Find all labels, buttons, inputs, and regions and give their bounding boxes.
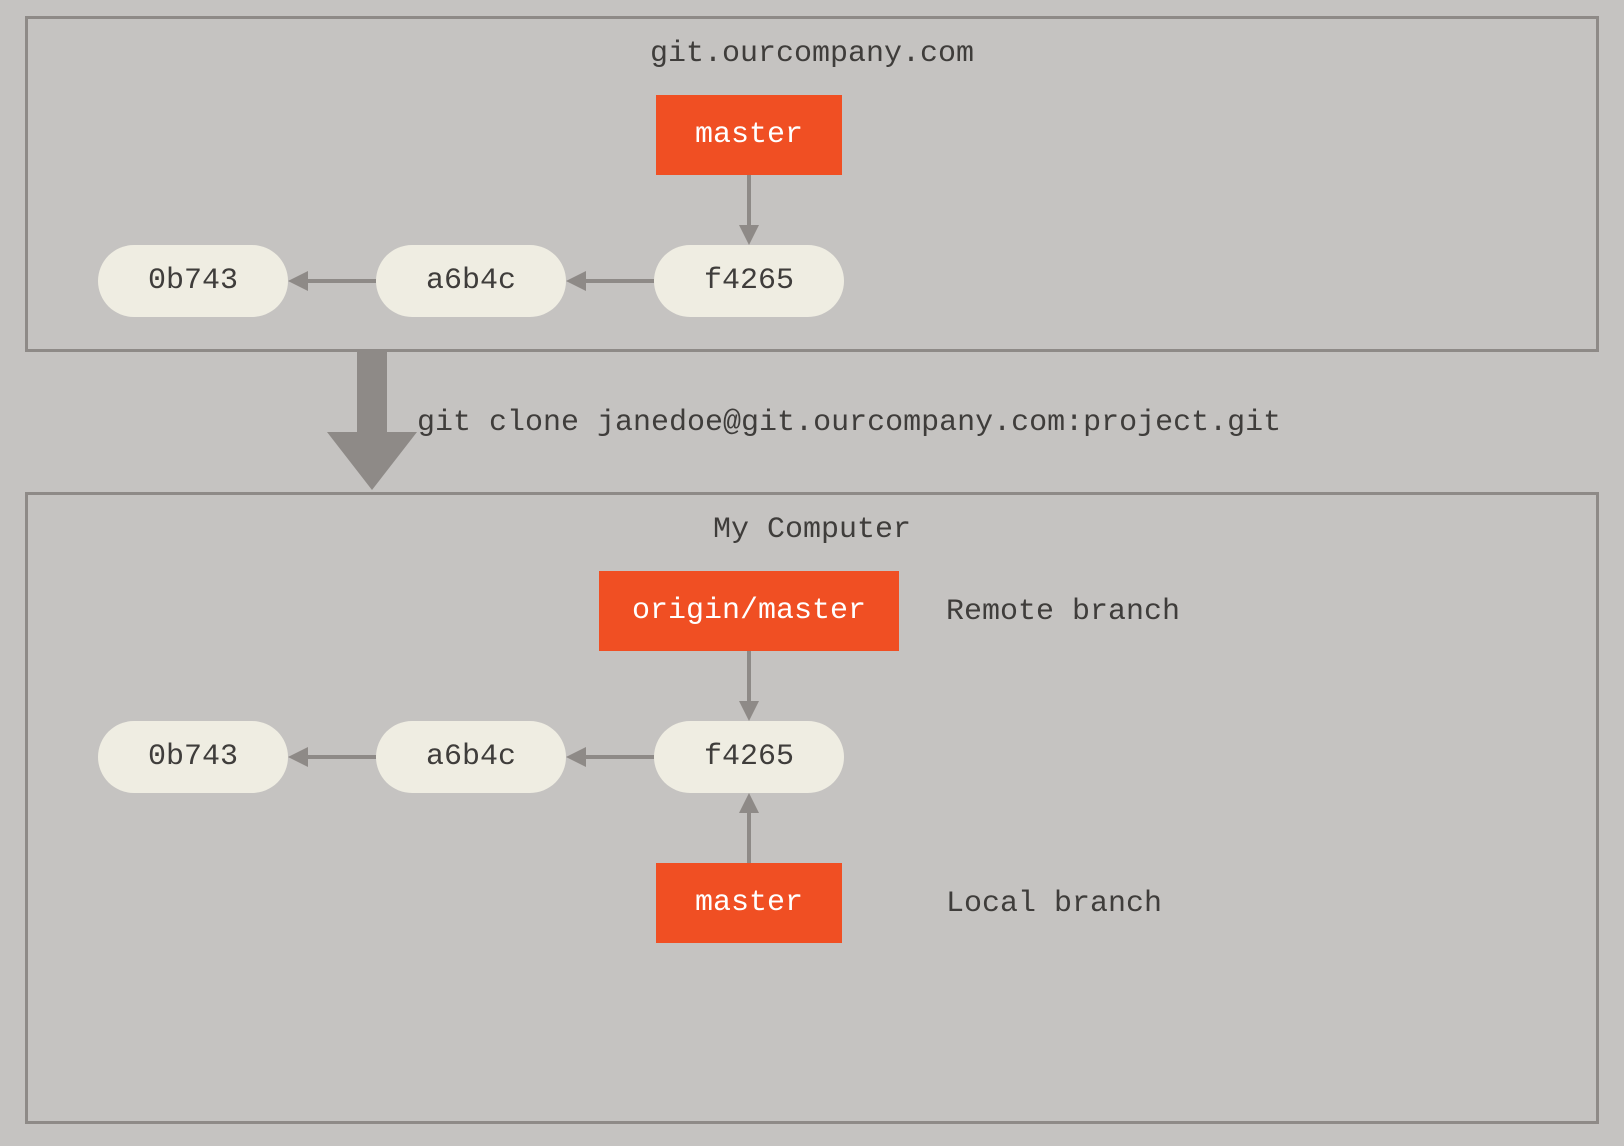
local-branch-master: master <box>656 863 842 943</box>
commit-hash: a6b4c <box>426 740 516 774</box>
commit-node: a6b4c <box>376 721 566 793</box>
arrow-left-icon <box>566 271 654 291</box>
remote-branch-label: origin/master <box>632 594 866 628</box>
commit-node: f4265 <box>654 721 844 793</box>
server-branch-master: master <box>656 95 842 175</box>
commit-hash: f4265 <box>704 740 794 774</box>
arrow-left-icon <box>288 271 376 291</box>
arrow-left-icon <box>288 747 376 767</box>
commit-hash: f4265 <box>704 264 794 298</box>
commit-node: 0b743 <box>98 721 288 793</box>
arrow-down-icon <box>739 175 759 245</box>
local-branch-annotation: Local branch <box>946 887 1162 921</box>
commit-node: f4265 <box>654 245 844 317</box>
server-title: git.ourcompany.com <box>28 37 1596 71</box>
clone-command: git clone janedoe@git.ourcompany.com:pro… <box>417 406 1281 440</box>
commit-hash: 0b743 <box>148 740 238 774</box>
commit-hash: a6b4c <box>426 264 516 298</box>
local-panel: My Computer origin/master Remote branch … <box>25 492 1599 1124</box>
remote-branch-annotation: Remote branch <box>946 595 1180 629</box>
arrow-down-icon <box>739 651 759 721</box>
arrow-left-icon <box>566 747 654 767</box>
local-branch-label: master <box>695 886 803 920</box>
commit-hash: 0b743 <box>148 264 238 298</box>
local-title: My Computer <box>28 513 1596 547</box>
server-branch-label: master <box>695 118 803 152</box>
commit-node: a6b4c <box>376 245 566 317</box>
commit-node: 0b743 <box>98 245 288 317</box>
clone-arrow-icon <box>327 352 417 492</box>
arrow-up-icon <box>739 793 759 863</box>
server-panel: git.ourcompany.com master 0b743 a6b4c f4… <box>25 16 1599 352</box>
remote-tracking-branch: origin/master <box>599 571 899 651</box>
